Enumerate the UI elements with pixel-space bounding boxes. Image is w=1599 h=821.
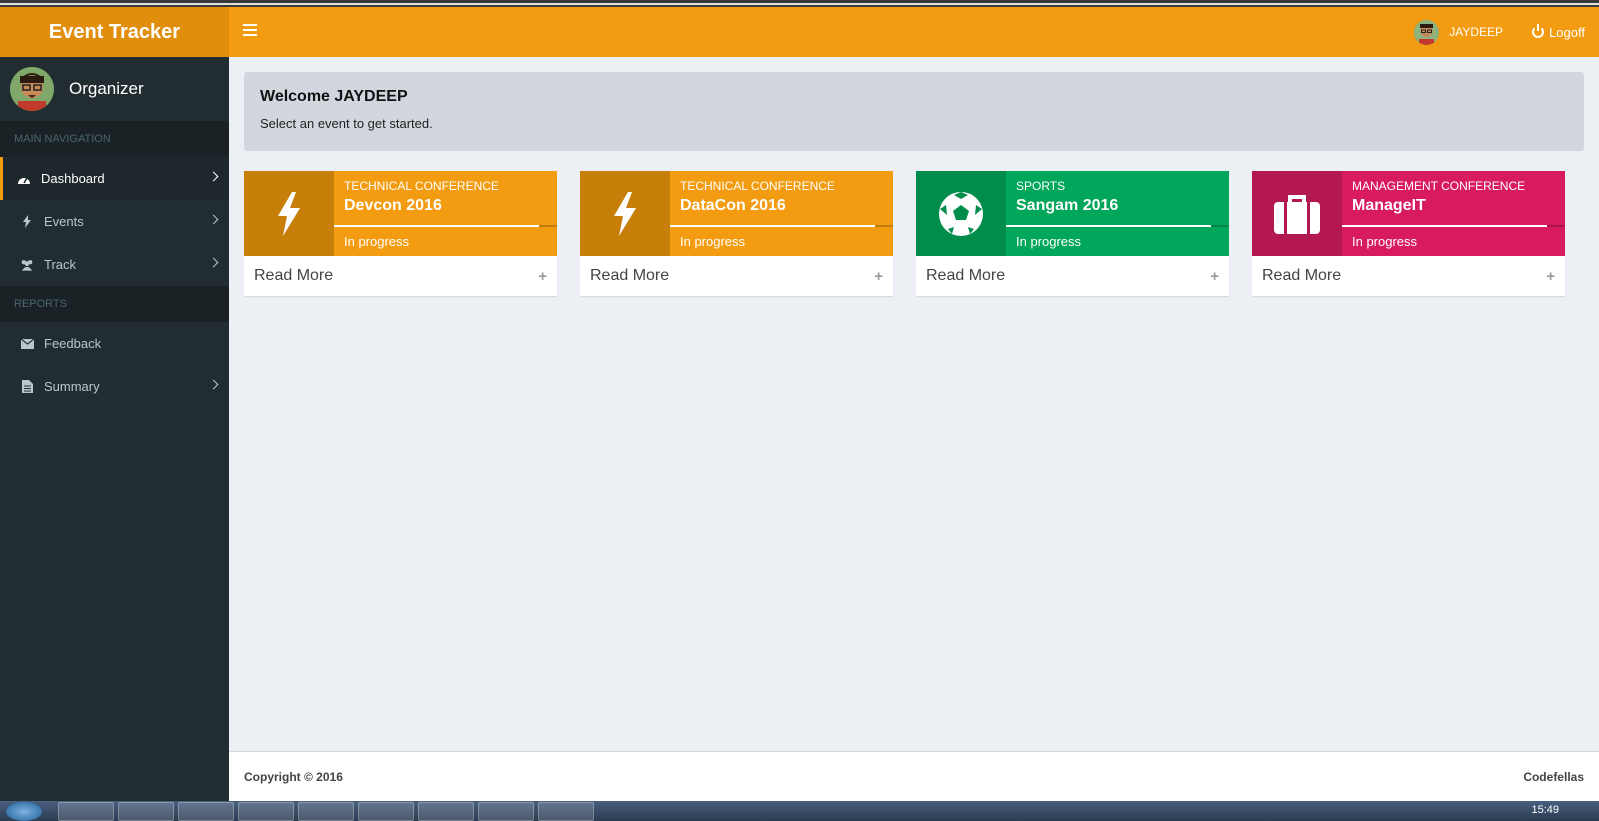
start-button[interactable]	[6, 802, 42, 821]
footer-brand: Codefellas	[1523, 769, 1584, 784]
reports-header: REPORTS	[0, 286, 229, 322]
os-taskbar: 15:49	[0, 801, 1599, 821]
app-window: Event Tracker JAYDEEP Logoff Organizer M…	[0, 7, 1599, 801]
folder-taskbar-icon[interactable]	[418, 802, 474, 821]
sidebar-item-dashboard[interactable]: Dashboard	[0, 157, 229, 200]
event-card-devcon[interactable]: TECHNICAL CONFERENCE Devcon 2016 In prog…	[244, 171, 557, 296]
outlook-taskbar-icon[interactable]	[178, 802, 234, 821]
sidebar-item-label: Track	[44, 257, 77, 272]
event-title: Devcon 2016	[344, 197, 442, 214]
chevron-right-icon	[208, 214, 219, 225]
sidebar-item-label: Dashboard	[41, 171, 105, 186]
copyright-text: Copyright © 2016	[244, 769, 343, 784]
welcome-callout: Welcome JAYDEEP Select an event to get s…	[244, 72, 1584, 151]
chevron-right-icon	[208, 379, 219, 390]
visual-studio-taskbar-icon[interactable]	[538, 802, 594, 821]
atom-taskbar-icon[interactable]	[358, 802, 414, 821]
event-title: Sangam 2016	[1016, 197, 1119, 214]
event-category: MANAGEMENT CONFERENCE	[1352, 179, 1526, 193]
soccer-ball-icon	[916, 171, 1006, 256]
bolt-icon	[580, 171, 670, 256]
chevron-right-icon	[208, 257, 219, 268]
event-card-manageit[interactable]: MANAGEMENT CONFERENCE ManageIT In progre…	[1252, 171, 1565, 296]
explorer-taskbar-icon[interactable]	[58, 802, 114, 821]
user-menu[interactable]: JAYDEEP	[1414, 7, 1503, 57]
event-status: In progress	[1016, 234, 1082, 249]
organizer-avatar	[10, 67, 54, 111]
read-more-label: Read More	[926, 267, 1006, 284]
sidebar-item-events[interactable]: Events	[0, 200, 229, 243]
window-top-strip	[0, 0, 1599, 7]
plus-icon: +	[1210, 267, 1219, 285]
main-navigation-header: MAIN NAVIGATION	[0, 121, 229, 157]
app-logo[interactable]: Event Tracker	[0, 7, 229, 57]
dashboard-icon	[17, 172, 31, 186]
event-status: In progress	[1352, 234, 1418, 249]
file-icon	[20, 380, 34, 394]
event-title: DataCon 2016	[680, 197, 786, 214]
plus-icon: +	[874, 267, 883, 285]
sidebar-item-track[interactable]: Track	[0, 243, 229, 286]
envelope-icon	[20, 337, 34, 351]
skype-taskbar-icon[interactable]	[238, 802, 294, 821]
logoff-label: Logoff	[1549, 24, 1585, 40]
sidebar-toggle-icon[interactable]	[243, 24, 257, 38]
event-title: ManageIT	[1352, 197, 1426, 214]
sidebar-item-feedback[interactable]: Feedback	[0, 322, 229, 365]
read-more-link[interactable]: Read More +	[916, 256, 1229, 296]
welcome-title: Welcome JAYDEEP	[260, 88, 408, 105]
power-icon	[1532, 24, 1545, 38]
read-more-label: Read More	[254, 267, 334, 284]
sidebar-item-summary[interactable]: Summary	[0, 365, 229, 408]
read-more-link[interactable]: Read More +	[1252, 256, 1565, 296]
event-category: TECHNICAL CONFERENCE	[344, 179, 499, 193]
organizer-name: Organizer	[69, 79, 144, 98]
read-more-label: Read More	[590, 267, 670, 284]
event-status: In progress	[680, 234, 746, 249]
chevron-right-icon	[208, 171, 219, 182]
progress-bar	[334, 225, 557, 227]
event-status: In progress	[344, 234, 410, 249]
user-avatar	[1414, 19, 1440, 45]
sidebar-item-label: Summary	[44, 379, 100, 394]
chrome-taskbar-icon[interactable]	[118, 802, 174, 821]
read-more-link[interactable]: Read More +	[580, 256, 893, 296]
progress-bar	[1006, 225, 1229, 227]
bolt-icon	[244, 171, 334, 256]
plus-icon: +	[1546, 267, 1555, 285]
skype-business-taskbar-icon[interactable]	[478, 802, 534, 821]
user-name: JAYDEEP	[1449, 25, 1503, 39]
user-panel: Organizer	[0, 57, 229, 121]
event-card-sangam[interactable]: SPORTS Sangam 2016 In progress Read More…	[916, 171, 1229, 296]
sidebar-item-label: Feedback	[44, 336, 102, 351]
top-navbar: JAYDEEP Logoff	[229, 7, 1599, 57]
onenote-taskbar-icon[interactable]	[298, 802, 354, 821]
read-more-label: Read More	[1262, 267, 1342, 284]
page-footer: Copyright © 2016 Codefellas	[229, 751, 1599, 801]
sidebar-item-label: Events	[44, 214, 84, 229]
event-category: TECHNICAL CONFERENCE	[680, 179, 835, 193]
taskbar-clock: 15:49	[1531, 804, 1559, 816]
progress-bar	[1342, 225, 1565, 227]
users-icon	[20, 258, 34, 272]
briefcase-icon	[1252, 171, 1342, 256]
progress-bar	[670, 225, 893, 227]
event-card-datacon[interactable]: TECHNICAL CONFERENCE DataCon 2016 In pro…	[580, 171, 893, 296]
plus-icon: +	[538, 267, 547, 285]
sidebar: Organizer MAIN NAVIGATION Dashboard Even…	[0, 57, 229, 801]
bolt-icon	[20, 215, 34, 229]
logoff-button[interactable]: Logoff	[1532, 7, 1585, 57]
main-content: Welcome JAYDEEP Select an event to get s…	[229, 57, 1599, 736]
event-category: SPORTS	[1016, 179, 1066, 193]
read-more-link[interactable]: Read More +	[244, 256, 557, 296]
welcome-subtitle: Select an event to get started.	[260, 116, 433, 131]
